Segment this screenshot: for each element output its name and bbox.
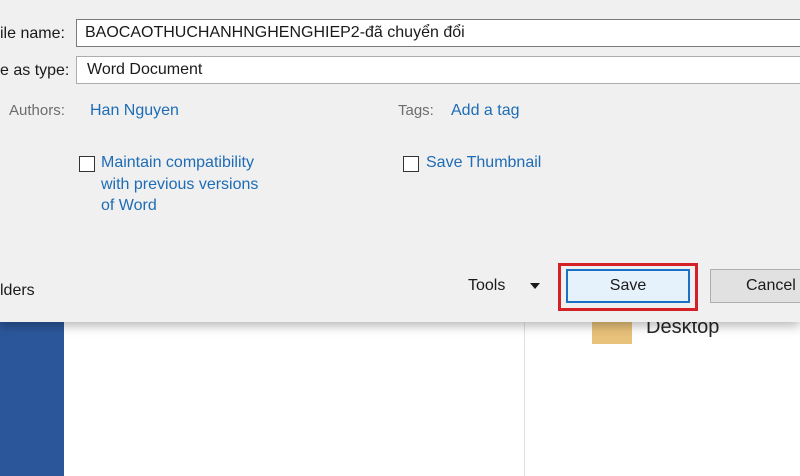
hide-folders-toggle[interactable]: lders [0, 282, 35, 300]
file-name-label: ile name: [0, 25, 65, 42]
backstage-divider [524, 310, 525, 476]
file-name-input[interactable]: BAOCAOTHUCHANHNGHENGHIEP2-đã chuyển đổi [76, 19, 800, 47]
maintain-compatibility-checkbox[interactable] [79, 156, 95, 172]
save-as-dialog: ile name: BAOCAOTHUCHANHNGHENGHIEP2-đã c… [0, 0, 800, 322]
authors-label: Authors: [9, 102, 65, 119]
cancel-button[interactable]: Cancel [710, 269, 800, 303]
save-as-type-label: e as type: [0, 62, 70, 79]
folder-icon [592, 322, 632, 344]
tools-menu[interactable]: Tools [468, 277, 505, 295]
tools-dropdown-arrow-icon[interactable] [530, 283, 540, 289]
add-tag-link[interactable]: Add a tag [451, 102, 520, 120]
maintain-compatibility-label[interactable]: Maintain compatibility with previous ver… [101, 152, 263, 217]
save-as-type-select[interactable]: Word Document [76, 56, 800, 84]
authors-value[interactable]: Han Nguyen [90, 102, 179, 120]
save-thumbnail-checkbox[interactable] [403, 156, 419, 172]
tags-label: Tags: [398, 102, 434, 119]
save-thumbnail-label[interactable]: Save Thumbnail [426, 152, 541, 174]
save-button[interactable]: Save [566, 269, 690, 303]
